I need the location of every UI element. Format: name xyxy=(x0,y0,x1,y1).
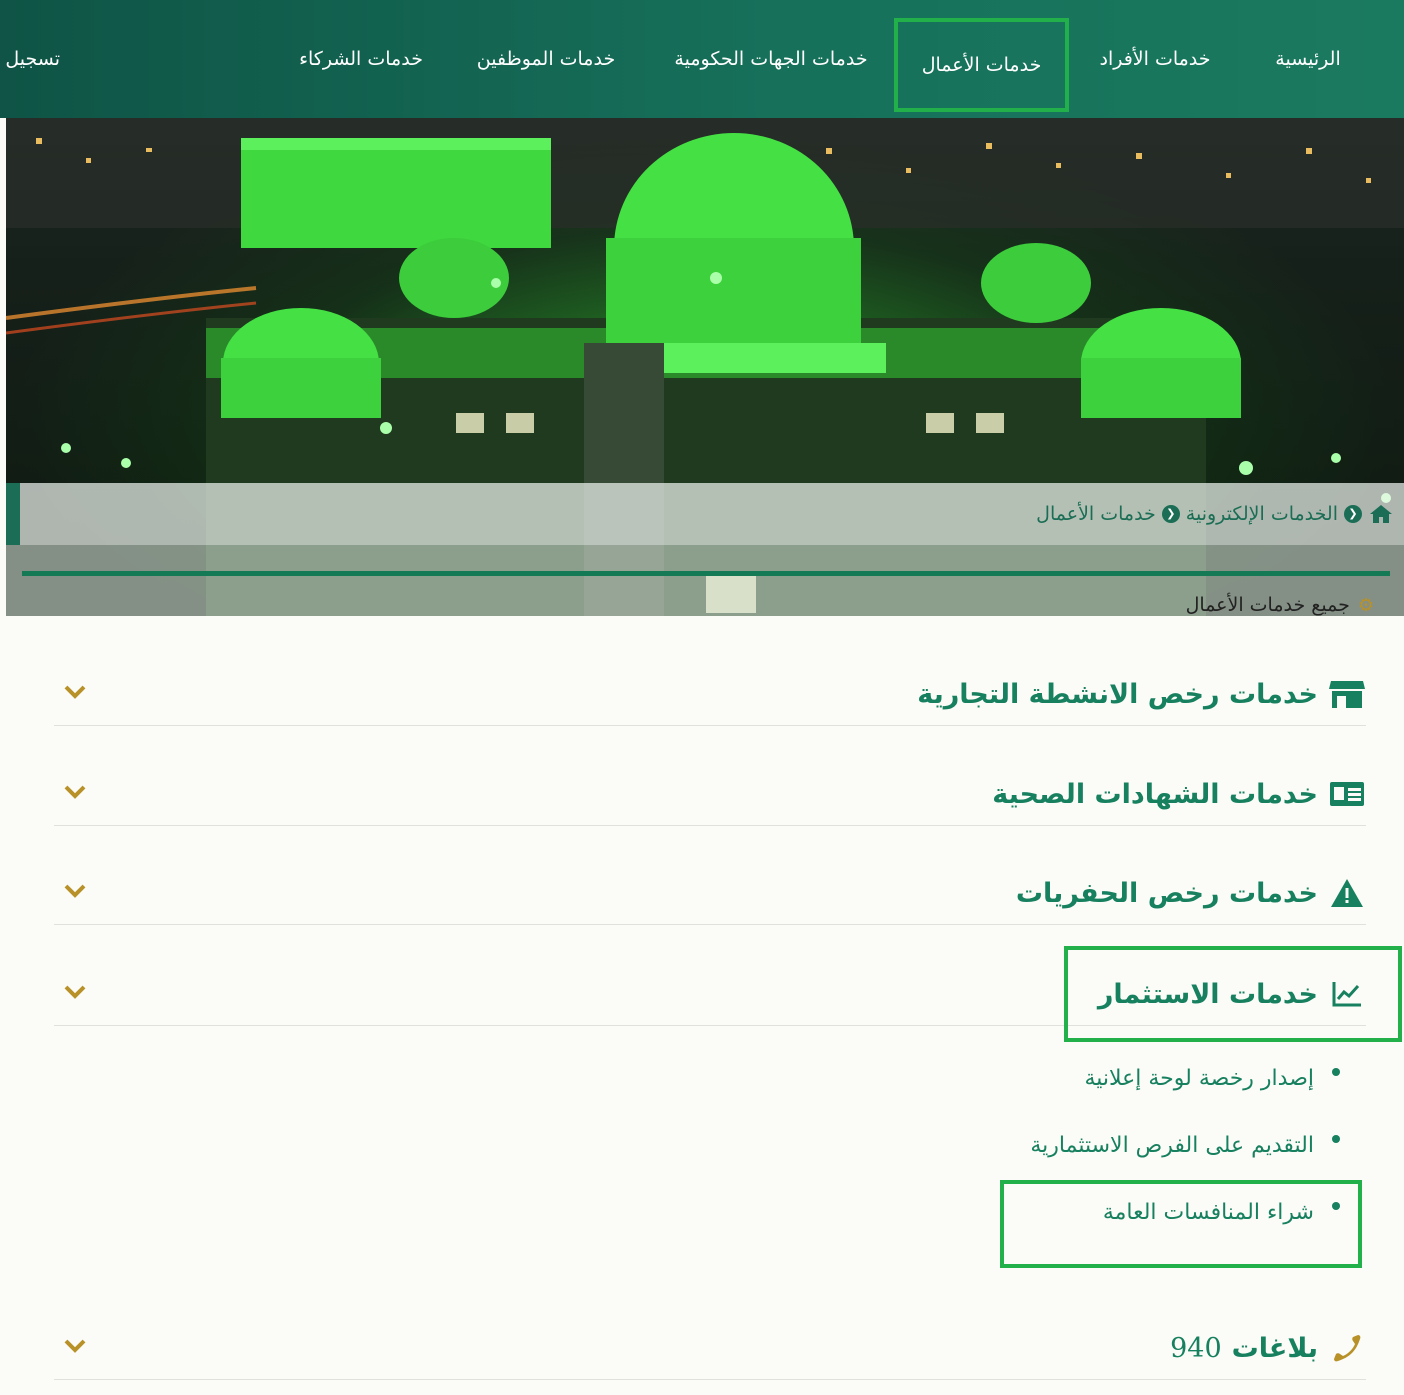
bullet-icon xyxy=(1332,1134,1340,1143)
chevron-down-icon[interactable] xyxy=(64,883,86,898)
chevron-down-icon[interactable] xyxy=(64,784,86,799)
section-divider xyxy=(22,571,1390,576)
breadcrumb: ❮ الخدمات الإلكترونية ❮ خدمات الأعمال xyxy=(6,483,1404,545)
top-navbar: الرئيسية خدمات الأفراد خدمات الأعمال خدم… xyxy=(0,0,1404,118)
link-billboard-license[interactable]: إصدار رخصة لوحة إعلانية xyxy=(1084,1066,1340,1091)
breadcrumb-link-eservices[interactable]: الخدمات الإلكترونية xyxy=(1186,503,1338,525)
chevron-down-icon[interactable] xyxy=(64,684,86,699)
warning-icon xyxy=(1328,876,1366,910)
section-heading-label: جميع خدمات الأعمال xyxy=(1185,594,1350,616)
accordion-excavation-licenses[interactable]: خدمات رخص الحفريات xyxy=(54,861,1366,925)
accordion-health-certificates[interactable]: خدمات الشهادات الصحية xyxy=(54,762,1366,826)
nav-home[interactable]: الرئيسية xyxy=(1248,0,1368,118)
link-investment-opportunities[interactable]: التقديم على الفرص الاستثمارية xyxy=(1030,1133,1340,1158)
chevron-left-icon: ❮ xyxy=(1161,505,1180,523)
nav-business[interactable]: خدمات الأعمال xyxy=(894,18,1069,112)
id-card-icon xyxy=(1328,777,1366,811)
accordion-title: خدمات رخص الحفريات xyxy=(1015,877,1318,909)
accordion-reports-940[interactable]: بلاغات 940 xyxy=(54,1316,1366,1380)
sub-item-label: إصدار رخصة لوحة إعلانية xyxy=(1084,1066,1314,1091)
nav-government[interactable]: خدمات الجهات الحكومية xyxy=(660,0,882,118)
chevron-down-icon[interactable] xyxy=(64,984,86,999)
nav-register[interactable]: تسجيل xyxy=(0,0,60,118)
chevron-down-icon[interactable] xyxy=(64,1338,86,1353)
accordion-title: خدمات الشهادات الصحية xyxy=(992,778,1318,810)
gears-icon: ⚙ xyxy=(1357,594,1374,616)
chevron-left-icon: ❮ xyxy=(1344,505,1362,523)
store-icon xyxy=(1328,677,1366,711)
highlight-box-investment xyxy=(1064,946,1402,1042)
section-heading: ⚙ جميع خدمات الأعمال xyxy=(1186,594,1374,616)
accordion-title: بلاغات xyxy=(1231,1332,1318,1364)
nav-individuals[interactable]: خدمات الأفراد xyxy=(1082,0,1228,118)
accordion-commercial-licenses[interactable]: خدمات رخص الانشطة التجارية xyxy=(54,662,1366,726)
accordion-title: خدمات رخص الانشطة التجارية xyxy=(917,678,1318,710)
bullet-icon xyxy=(1332,1067,1340,1076)
breadcrumb-current: خدمات الأعمال xyxy=(1036,503,1156,525)
nav-employees[interactable]: خدمات الموظفين xyxy=(464,0,628,118)
phone-icon xyxy=(1328,1331,1366,1365)
highlight-box-tenders xyxy=(1000,1180,1362,1268)
home-icon[interactable] xyxy=(1368,503,1394,525)
nav-partners[interactable]: خدمات الشركاء xyxy=(288,0,434,118)
reports-number: 940 xyxy=(1170,1332,1222,1364)
sub-item-label: التقديم على الفرص الاستثمارية xyxy=(1030,1133,1314,1158)
